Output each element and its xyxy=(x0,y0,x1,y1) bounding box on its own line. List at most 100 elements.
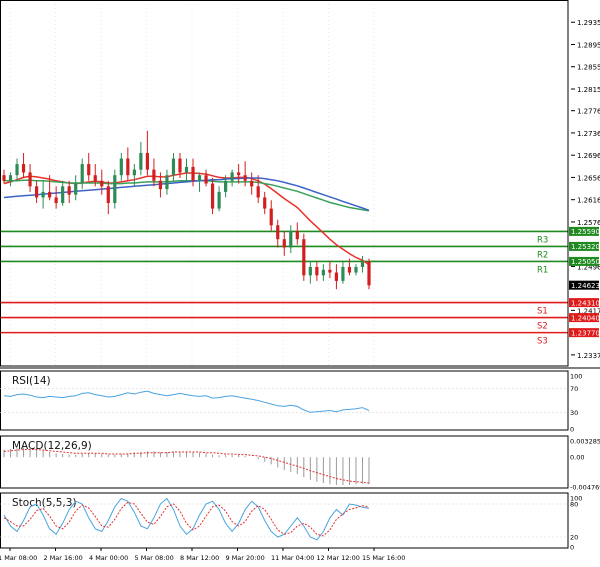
candle-body xyxy=(74,183,78,195)
price-tick-label: 1.29350 xyxy=(577,19,600,27)
moving-averages xyxy=(3,172,370,266)
candle-body xyxy=(2,175,6,181)
resistance-value-r2: 1.25320 xyxy=(571,243,600,251)
candle-body xyxy=(152,169,156,181)
price-axis: 1.29350 1.28950 1.28550 1.28150 1.27760 1.273… xyxy=(571,19,600,360)
resistance-label-r2: R2 xyxy=(537,250,548,260)
candle-body xyxy=(360,261,365,267)
candle-body xyxy=(308,266,312,276)
rsi-label: RSI(14) xyxy=(12,375,51,387)
stoch-label: Stoch(5,5,3) xyxy=(12,497,77,509)
candle-body xyxy=(106,186,110,204)
time-tick-label: 15 Mar 16:00 xyxy=(362,554,405,562)
rsi-tick-label: 100 xyxy=(570,373,582,381)
candle-body xyxy=(243,175,247,181)
candle-body xyxy=(204,175,208,184)
candle-body xyxy=(178,158,182,173)
candle-body xyxy=(41,191,45,198)
price-tick-label: 1.28150 xyxy=(577,86,600,94)
candle-body xyxy=(34,186,39,198)
candle-body xyxy=(197,175,202,181)
candle-body xyxy=(61,186,65,204)
time-tick-label: 12 Mar 12:00 xyxy=(317,554,360,562)
price-tick-label: 1.26960 xyxy=(577,152,600,160)
candle-body xyxy=(158,180,163,190)
candle-body xyxy=(184,166,189,173)
stoch-tick-label: 80 xyxy=(570,501,578,509)
ma-mid-line xyxy=(4,179,370,212)
time-tick-label: 2 Mar 16:00 xyxy=(44,554,83,562)
price-tick-label: 1.27760 xyxy=(577,108,600,116)
candles xyxy=(2,130,371,290)
rsi-frame xyxy=(0,370,569,431)
rsi-line xyxy=(3,390,370,413)
candle-body xyxy=(191,166,195,181)
price-tick-label: 1.26560 xyxy=(577,174,600,182)
candle-body xyxy=(67,186,71,195)
support-value-s1: 1.24310 xyxy=(571,299,600,307)
candle-body xyxy=(139,152,143,170)
support-label-s2: S2 xyxy=(537,322,548,332)
candle-body xyxy=(8,175,13,181)
time-tick-label: 5 Mar 08:00 xyxy=(135,554,174,562)
candle-body xyxy=(224,180,228,192)
chart-frame xyxy=(0,0,600,369)
candle-body xyxy=(54,197,58,204)
resistance-label-r1: R1 xyxy=(537,265,548,275)
price-tick-label: 1.28550 xyxy=(577,64,600,72)
candle-body xyxy=(321,269,325,276)
time-tick-label: 11 Mar 04:00 xyxy=(271,554,314,562)
candle-body xyxy=(145,152,149,170)
candle-body xyxy=(328,269,332,273)
candle-body xyxy=(210,183,215,209)
time-tick-label: 1 Mar 08:00 xyxy=(0,554,37,562)
rsi-tick-label: 0 xyxy=(570,426,574,434)
candle-body xyxy=(87,164,91,176)
macd-panel: 0.0032850.00-0.004769MACD(12,26,9) xyxy=(0,435,600,492)
candle-body xyxy=(113,175,117,204)
rsi-tick-label: 70 xyxy=(570,385,578,393)
candle-body xyxy=(269,208,273,226)
candle-body xyxy=(28,172,32,187)
time-tick-label: 9 Mar 20:00 xyxy=(226,554,265,562)
candle-body xyxy=(250,180,254,187)
candle-body xyxy=(126,158,130,176)
candle-body xyxy=(217,191,221,209)
rsi-tick-label: 30 xyxy=(570,409,578,417)
price-tick-label: 1.27360 xyxy=(577,130,600,138)
candle-body xyxy=(354,266,358,273)
candle-body xyxy=(315,266,319,276)
candle-body xyxy=(230,172,234,181)
time-tick-label: 4 Mar 00:00 xyxy=(89,554,128,562)
candle-body xyxy=(132,169,136,176)
macd-tick-label: -0.004769 xyxy=(570,484,600,492)
resistance-value-r1: 1.25050 xyxy=(571,258,600,266)
price-tick-label: 1.25760 xyxy=(577,219,600,227)
macd-tick-label: 0.00 xyxy=(570,454,584,462)
candle-body xyxy=(282,239,286,248)
resistance-value-r3: 1.25590 xyxy=(571,228,600,236)
candle-body xyxy=(289,230,293,248)
candle-body xyxy=(119,158,123,176)
candle-body xyxy=(347,266,352,273)
stoch-frame xyxy=(0,492,569,549)
candle-body xyxy=(367,261,371,286)
stoch-tick-label: 20 xyxy=(570,534,578,542)
candle-body xyxy=(100,180,104,187)
price-tick-label: 1.28950 xyxy=(577,41,600,49)
stoch-panel: 10080200Stoch(5,5,3) xyxy=(0,492,582,552)
candle-body xyxy=(15,164,19,176)
rsi-panel: 100 70 30 0 RSI(14) xyxy=(0,370,582,434)
candle-body xyxy=(302,239,306,276)
candle-body xyxy=(171,158,176,176)
candle-body xyxy=(165,175,169,190)
candle-body xyxy=(334,272,339,281)
candle-body xyxy=(80,164,84,184)
price-tick-label: 1.26160 xyxy=(577,197,600,205)
candle-body xyxy=(263,197,267,209)
candle-body xyxy=(256,186,260,198)
candle-body xyxy=(93,175,97,181)
candle-body xyxy=(341,266,345,281)
price-tick-label: 1.23370 xyxy=(577,352,600,360)
support-value-s2: 1.24040 xyxy=(571,314,600,322)
